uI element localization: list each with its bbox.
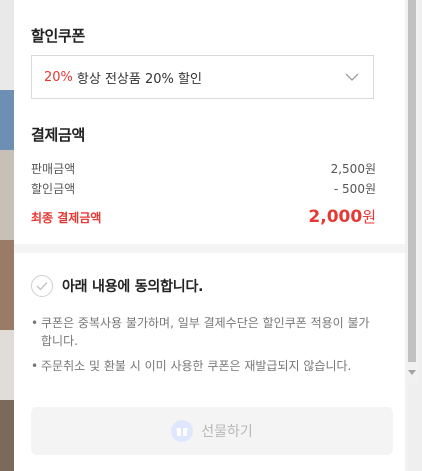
bullet-icon: •	[31, 359, 39, 373]
discount-amount-row: 할인금액 - 500원	[31, 180, 376, 197]
sale-amount-row: 판매금액 2,500원	[31, 160, 376, 177]
gift-button[interactable]: 선물하기	[31, 407, 393, 455]
agree-label: 아래 내용에 동의합니다.	[62, 279, 204, 295]
payment-section-title: 결제금액	[31, 126, 86, 144]
notice-item: • 쿠폰은 중복사용 불가하며, 일부 결제수단은 할인쿠폰 적용이 불가합니다…	[31, 314, 376, 350]
agree-checkbox[interactable]: 아래 내용에 동의합니다.	[31, 275, 203, 297]
scrollbar[interactable]	[405, 0, 419, 384]
discount-amount-value: - 500원	[333, 182, 376, 196]
discount-amount-label: 할인금액	[31, 182, 76, 196]
coupon-select-text: 항상 전상품 20% 할인	[76, 71, 202, 87]
notice-text: 쿠폰은 중복사용 불가하며, 일부 결제수단은 할인쿠폰 적용이 불가합니다.	[41, 316, 370, 348]
final-amount-unit: 원	[362, 208, 376, 226]
final-amount-number: 2,000	[308, 207, 363, 227]
gift-button-label: 선물하기	[201, 424, 253, 440]
coupon-payment-panel: 할인쿠폰 20% 항상 전상품 20% 할인 결제금액 판매금액 2,500원 …	[14, 0, 405, 471]
coupon-select[interactable]: 20% 항상 전상품 20% 할인	[31, 55, 374, 99]
background-left	[0, 0, 14, 471]
chevron-down-icon	[345, 73, 359, 81]
bullet-icon: •	[31, 316, 39, 330]
sale-amount-value: 2,500원	[330, 162, 376, 176]
notice-text: 주문취소 및 환불 시 이미 사용한 쿠폰은 재발급되지 않습니다.	[41, 359, 352, 373]
coupon-select-highlight: 20%	[44, 69, 73, 85]
gift-icon	[171, 420, 194, 442]
notice-item: • 주문취소 및 환불 시 이미 사용한 쿠폰은 재발급되지 않습니다.	[31, 357, 376, 375]
scroll-down-arrow-icon[interactable]	[408, 370, 416, 375]
final-amount-value: 2,000원	[308, 206, 376, 227]
final-amount-row: 최종 결제금액 2,000원	[31, 206, 376, 227]
checkmark-icon	[36, 282, 48, 291]
final-amount-label: 최종 결제금액	[31, 211, 102, 225]
section-divider	[14, 244, 405, 253]
check-circle-icon[interactable]	[31, 275, 53, 297]
coupon-section-title: 할인쿠폰	[31, 27, 86, 45]
scrollbar-thumb[interactable]	[408, 0, 416, 362]
sale-amount-label: 판매금액	[31, 162, 76, 176]
